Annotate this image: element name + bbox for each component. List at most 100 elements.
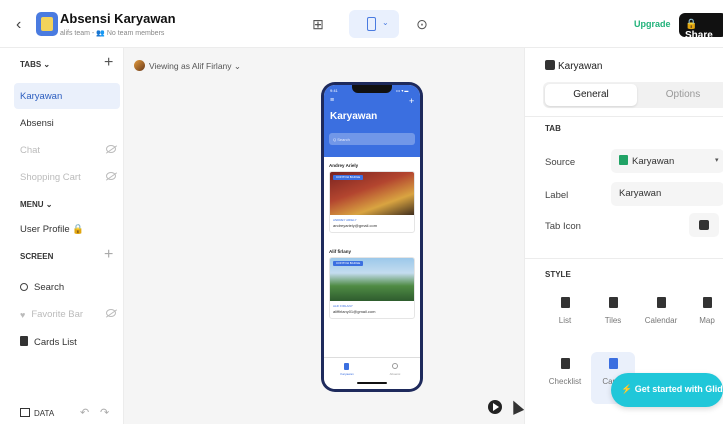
tabs-section-title[interactable]: TABS ⌄ bbox=[20, 60, 50, 69]
hamburger-menu-icon[interactable]: ≡ bbox=[330, 97, 334, 104]
tab-general[interactable]: General bbox=[545, 84, 637, 106]
sidebar-item-label: Shopping Cart bbox=[20, 172, 81, 183]
back-icon[interactable]: ‹ bbox=[16, 16, 21, 34]
list-icon bbox=[560, 297, 570, 308]
hidden-eye-icon bbox=[106, 145, 116, 153]
component-search[interactable]: Search bbox=[14, 274, 120, 300]
divider bbox=[525, 258, 723, 259]
phone-notch bbox=[352, 85, 392, 93]
style-map[interactable]: Map bbox=[685, 291, 723, 343]
share-button[interactable]: 🔒 Share bbox=[679, 13, 723, 41]
app-icon bbox=[36, 12, 58, 36]
app-subtitle: alifs team - 👥 No team members bbox=[60, 30, 165, 37]
properties-panel: Karyawan General Options TAB Source Kary… bbox=[524, 48, 723, 424]
label-input[interactable]: Karyawan bbox=[611, 182, 723, 206]
sidebar-item-user-profile[interactable]: User Profile 🔒 bbox=[14, 216, 120, 242]
add-tab-button[interactable]: + bbox=[104, 54, 113, 72]
phone-tab-bar: Karyawan Absensi bbox=[324, 357, 420, 389]
chevron-down-icon: ⌄ bbox=[382, 18, 389, 27]
tab-icon bbox=[545, 60, 555, 70]
style-list[interactable]: List bbox=[543, 291, 587, 343]
tab-karyawan-label: Karyawan bbox=[340, 372, 354, 376]
component-label: Search bbox=[34, 282, 65, 293]
app-title[interactable]: Absensi Karyawan bbox=[60, 11, 176, 26]
card-keyword: ALIF FIRLANY bbox=[333, 304, 353, 308]
undo-icon[interactable]: ↶ bbox=[80, 406, 89, 419]
phone-status-icons: ••• ▾ ▬ bbox=[396, 88, 409, 93]
card-group-title: Andrey Ariely bbox=[329, 163, 359, 168]
get-started-button[interactable]: ⚡ Get started with Glide bbox=[611, 373, 723, 407]
hidden-eye-icon bbox=[106, 172, 116, 180]
employee-card[interactable]: CONTOH BADGE ANDREY ARIELY andreyariely@… bbox=[329, 171, 415, 233]
sidebar-item-label: User Profile 🔒 bbox=[20, 224, 85, 235]
component-favorite-bar[interactable]: ♥ Favorite Bar bbox=[14, 301, 120, 327]
karyawan-tab-icon[interactable] bbox=[344, 363, 349, 370]
sidebar-item-karyawan[interactable]: Karyawan bbox=[14, 83, 120, 109]
cards-icon bbox=[20, 336, 28, 346]
style-label: Tiles bbox=[604, 316, 622, 325]
style-label: List bbox=[558, 316, 572, 325]
tiles-icon bbox=[608, 297, 618, 308]
tab-options[interactable]: Options bbox=[639, 84, 723, 106]
phone-preview: 9:41 ••• ▾ ▬ ≡ + Karyawan Q Search Andre… bbox=[321, 82, 423, 392]
style-calendar[interactable]: Calendar bbox=[639, 291, 683, 343]
screen-section-title: SCREEN bbox=[20, 252, 54, 261]
employee-card[interactable]: CONTOH BADGE ALIF FIRLANY aliffirlany01@… bbox=[329, 257, 415, 319]
source-label: Source bbox=[545, 157, 576, 168]
data-table-icon[interactable]: ⊞ bbox=[308, 14, 328, 34]
cards-icon bbox=[608, 358, 618, 369]
card-group-title: Alif firlany bbox=[329, 249, 352, 254]
source-value: Karyawan bbox=[632, 156, 675, 167]
phone-screen: 9:41 ••• ▾ ▬ ≡ + Karyawan Q Search Andre… bbox=[324, 85, 420, 389]
checklist-icon bbox=[560, 358, 570, 369]
style-checklist[interactable]: Checklist bbox=[543, 352, 587, 404]
dropdown-arrow-icon: ▾ bbox=[715, 157, 719, 164]
panel-tabs: General Options bbox=[543, 82, 723, 108]
redo-icon[interactable]: ↷ bbox=[100, 406, 109, 419]
card-email: andreyariely@gmail.com bbox=[333, 223, 378, 228]
menu-section-title[interactable]: MENU ⌄ bbox=[20, 200, 52, 209]
style-label: Calendar bbox=[644, 316, 678, 325]
share-label: Share bbox=[685, 30, 713, 41]
component-label: Cards List bbox=[34, 337, 77, 348]
heart-icon: ♥ bbox=[20, 310, 26, 320]
viewing-as-label: Viewing as Alif Firlany ⌄ bbox=[149, 61, 242, 71]
add-icon[interactable]: + bbox=[409, 96, 414, 106]
sidebar-item-label: Karyawan bbox=[20, 91, 63, 102]
device-toggle[interactable]: ⌄ bbox=[349, 10, 399, 38]
upgrade-link[interactable]: Upgrade bbox=[634, 19, 671, 29]
data-button[interactable]: DATA bbox=[20, 408, 54, 418]
style-tiles[interactable]: Tiles bbox=[591, 291, 635, 343]
phone-search-input[interactable]: Q Search bbox=[329, 133, 415, 145]
search-icon bbox=[20, 283, 28, 291]
phone-header: 9:41 ••• ▾ ▬ ≡ + Karyawan Q Search bbox=[324, 85, 420, 157]
sidebar-item-absensi[interactable]: Absensi bbox=[14, 110, 120, 136]
cursor-icon[interactable] bbox=[507, 398, 525, 415]
phone-screen-title: Karyawan bbox=[330, 111, 378, 122]
phone-time: 9:41 bbox=[330, 88, 338, 93]
card-badge: CONTOH BADGE bbox=[333, 175, 364, 180]
play-icon[interactable] bbox=[488, 400, 502, 414]
viewing-as-selector[interactable]: Viewing as Alif Firlany ⌄ bbox=[134, 60, 241, 72]
sidebar-item-chat[interactable]: Chat bbox=[14, 137, 120, 163]
sidebar-item-shopping-cart[interactable]: Shopping Cart bbox=[14, 164, 120, 190]
tab-section-title: TAB bbox=[545, 124, 561, 133]
style-label: Map bbox=[699, 316, 715, 325]
component-cards-list[interactable]: Cards List bbox=[14, 328, 120, 354]
person-badge-icon bbox=[699, 220, 709, 230]
settings-icon[interactable]: ⊙ bbox=[412, 14, 432, 34]
avatar bbox=[134, 60, 145, 71]
home-indicator bbox=[357, 382, 387, 384]
tab-icon-picker[interactable] bbox=[689, 213, 719, 237]
style-section-title: STYLE bbox=[545, 270, 571, 279]
panel-header: Karyawan bbox=[545, 60, 602, 72]
source-select[interactable]: Karyawan ▾ bbox=[611, 149, 723, 173]
add-component-button[interactable]: + bbox=[104, 246, 113, 264]
preview-canvas: Viewing as Alif Firlany ⌄ 9:41 ••• ▾ ▬ ≡… bbox=[124, 48, 525, 424]
hidden-eye-icon bbox=[106, 309, 116, 317]
component-label: Favorite Bar bbox=[31, 309, 84, 320]
phone-icon bbox=[367, 17, 376, 31]
absensi-tab-icon[interactable] bbox=[392, 363, 398, 369]
map-pin-icon bbox=[702, 297, 712, 308]
panel-title: Karyawan bbox=[558, 61, 603, 72]
